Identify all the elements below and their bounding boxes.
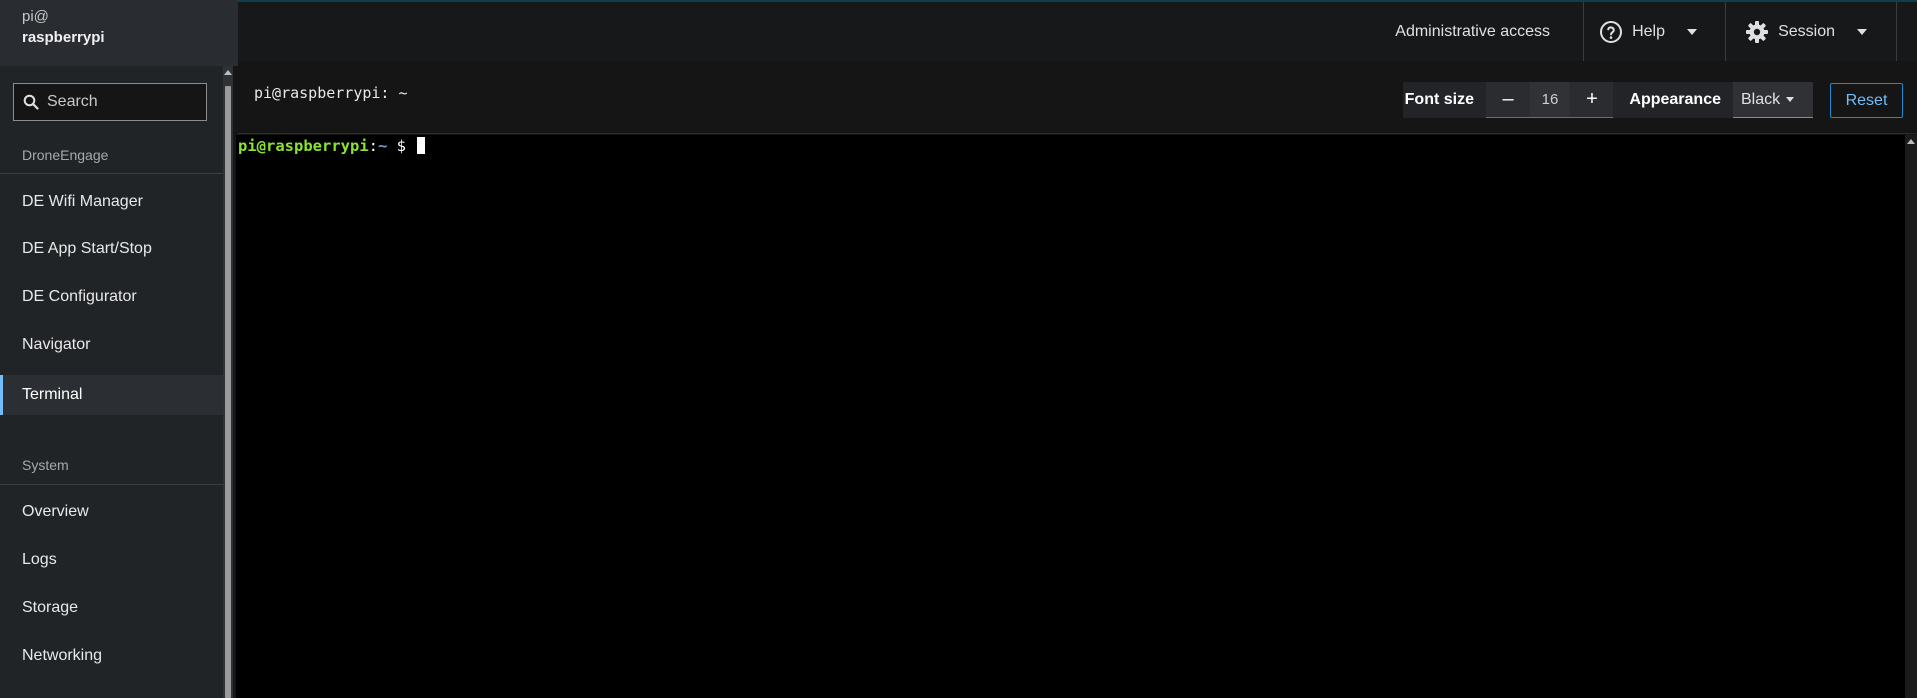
sidebar-nav: Search DroneEngage DE Wifi Manager DE Ap… xyxy=(0,66,223,698)
session-menu[interactable]: Session xyxy=(1745,2,1867,61)
host-user: pi@ xyxy=(22,8,49,25)
prompt-user-host: pi@raspberrypi xyxy=(238,137,369,155)
appearance-select[interactable]: Black xyxy=(1733,82,1813,118)
host-name: raspberrypi xyxy=(22,29,105,46)
sidebar-item-overview[interactable]: Overview xyxy=(0,492,223,532)
sidebar-item-storage[interactable]: Storage xyxy=(0,588,223,628)
font-size-decrease-button[interactable]: – xyxy=(1486,82,1530,118)
font-size-label: Font size xyxy=(1404,91,1474,108)
appearance-control: Appearance Black xyxy=(1613,82,1813,118)
host-switcher[interactable]: pi@ raspberrypi xyxy=(0,0,238,66)
font-size-value[interactable]: 16 xyxy=(1530,82,1570,118)
font-size-control: Font size – 16 + xyxy=(1402,82,1614,118)
appearance-chevron-down-icon xyxy=(1786,97,1795,102)
sidebar-item-navigator[interactable]: Navigator xyxy=(0,325,223,365)
top-header: Administrative access Help Session xyxy=(238,0,1917,61)
sidebar-item-terminal[interactable]: Terminal xyxy=(0,375,223,415)
sidebar-item-logs[interactable]: Logs xyxy=(0,540,223,580)
sidebar-scrollbar[interactable] xyxy=(223,66,233,698)
terminal-toolbar: pi@raspberrypi: ~ Font size – 16 + Appea… xyxy=(238,66,1917,134)
sidebar-item-de-wifi-manager[interactable]: DE Wifi Manager xyxy=(0,182,223,222)
sidebar-scroll-thumb[interactable] xyxy=(225,86,231,698)
sidebar-item-de-configurator[interactable]: DE Configurator xyxy=(0,277,223,317)
section-divider xyxy=(0,173,223,174)
terminal-scrollbar[interactable] xyxy=(1905,135,1917,698)
appearance-selected-value: Black xyxy=(1741,90,1781,108)
administrative-access-button[interactable]: Administrative access xyxy=(1395,2,1550,61)
search-input[interactable]: Search xyxy=(13,83,207,121)
terminal-title: pi@raspberrypi: ~ xyxy=(254,84,408,102)
search-placeholder: Search xyxy=(47,93,98,110)
prompt-symbol: $ xyxy=(387,137,416,155)
help-label: Help xyxy=(1632,22,1665,40)
terminal-cursor xyxy=(417,137,426,154)
section-title-droneengage: DroneEngage xyxy=(22,147,109,163)
terminal-screen[interactable]: pi@raspberrypi:~ $ xyxy=(236,135,1905,698)
gear-icon xyxy=(1746,20,1769,43)
session-chevron-down-icon xyxy=(1857,28,1867,35)
section-divider xyxy=(0,484,223,485)
sidebar: pi@ raspberrypi Search DroneEngage DE Wi… xyxy=(0,0,238,698)
reset-button[interactable]: Reset xyxy=(1830,83,1903,118)
scroll-up-arrow-icon[interactable] xyxy=(224,70,232,75)
appearance-label: Appearance xyxy=(1629,91,1721,108)
search-icon xyxy=(23,94,39,110)
help-circle-icon xyxy=(1600,20,1623,43)
header-divider xyxy=(1725,2,1726,61)
help-chevron-down-icon xyxy=(1687,28,1697,35)
header-divider xyxy=(1896,2,1897,61)
help-menu[interactable]: Help xyxy=(1599,2,1697,61)
sidebar-item-networking[interactable]: Networking xyxy=(0,636,223,676)
prompt-separator: : xyxy=(368,137,378,155)
session-label: Session xyxy=(1778,22,1835,40)
font-size-increase-button[interactable]: + xyxy=(1570,82,1614,118)
header-divider xyxy=(1583,2,1584,61)
section-title-system: System xyxy=(22,457,69,473)
prompt-path: ~ xyxy=(378,137,388,155)
scroll-up-arrow-icon[interactable] xyxy=(1907,139,1915,144)
sidebar-item-de-app-start-stop[interactable]: DE App Start/Stop xyxy=(0,229,223,269)
